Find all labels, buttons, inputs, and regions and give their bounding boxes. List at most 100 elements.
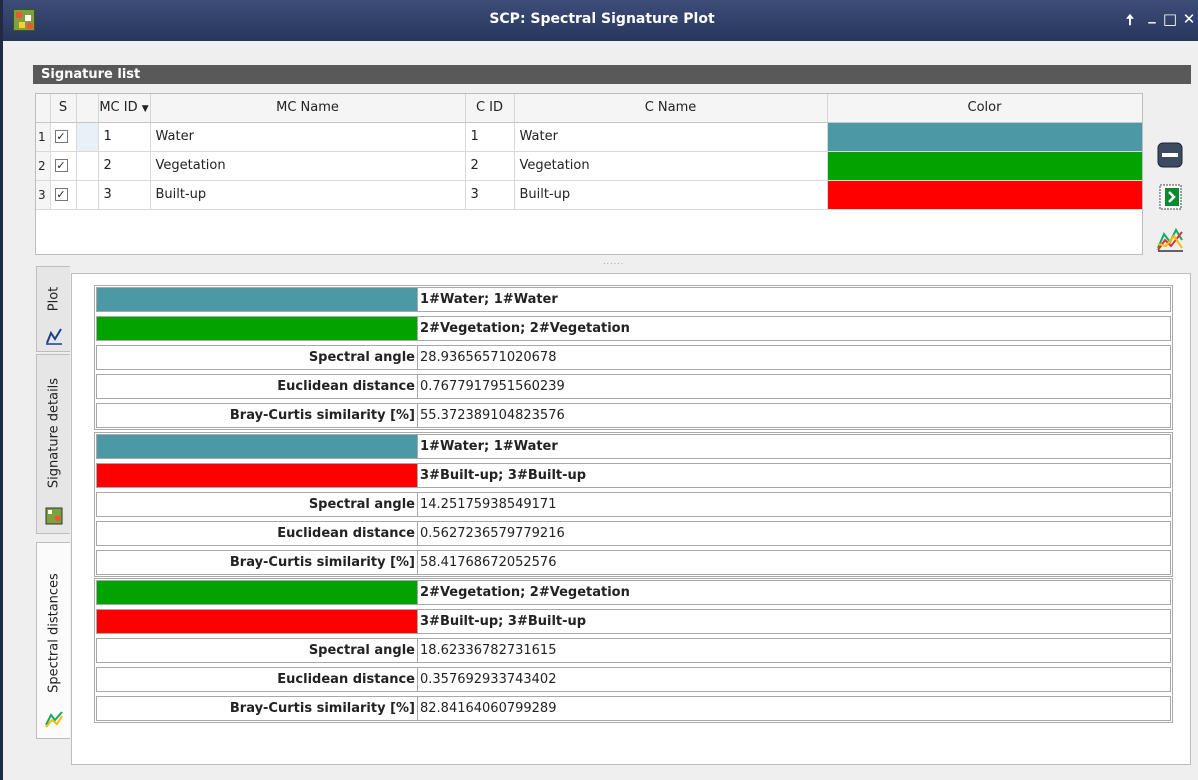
metric-name: Bray-Curtis similarity [%] [96,403,418,428]
metric-row: Euclidean distance 0.7677917951560239 [96,374,1171,399]
signature-label: 3#Built-up; 3#Built-up [418,463,1171,488]
mc-name-cell[interactable]: Vegetation [150,151,466,181]
mc-name-cell[interactable]: Water [150,122,466,152]
signature-label: 1#Water; 1#Water [418,287,1171,312]
metric-row: Euclidean distance 0.357692933743402 [96,667,1171,692]
table-row[interactable]: 2 ✓ 2 Vegetation 2 Vegetation [36,151,1142,181]
signature-label: 1#Water; 1#Water [418,434,1171,459]
metric-name: Euclidean distance [96,667,418,692]
tab-spectral-distances-label: Spectral distances [46,572,61,693]
blank-cell [76,180,99,210]
mc-name-cell[interactable]: Built-up [150,180,466,210]
col-header-mc-name[interactable]: MC Name [150,94,466,123]
title-bar[interactable]: SCP: Spectral Signature Plot 🠅 _ □ ✕ [3,0,1198,41]
color-swatch-cell[interactable] [827,180,1142,210]
col-header-blank [76,94,99,123]
remove-signature-icon [1157,142,1183,168]
metric-name: Bray-Curtis similarity [%] [96,550,418,575]
c-name-cell[interactable]: Vegetation [514,151,828,181]
mc-id-cell[interactable]: 1 [98,122,151,152]
minimize-button[interactable]: _ [1143,6,1161,24]
c-id-cell[interactable]: 2 [465,151,515,181]
color-swatch-cell[interactable] [827,151,1142,181]
metric-value: 0.5627236579779216 [418,521,1171,546]
metric-name: Bray-Curtis similarity [%] [96,696,418,721]
color-swatch-cell[interactable] [827,122,1142,152]
splitter-handle[interactable]: ...... [603,257,624,266]
metric-row: Spectral angle 18.62336782731615 [96,638,1171,663]
metric-name: Spectral angle [96,345,418,370]
metric-value: 28.93656571020678 [418,345,1171,370]
c-id-cell[interactable]: 1 [465,122,515,152]
metric-value: 55.372389104823576 [418,403,1171,428]
blank-cell [76,151,99,181]
mc-id-cell[interactable]: 3 [98,180,151,210]
c-id-cell[interactable]: 3 [465,180,515,210]
signature-row: 3#Built-up; 3#Built-up [96,609,1171,634]
close-button[interactable]: ✕ [1180,10,1198,28]
col-header-mc-id[interactable]: MC ID ▼ [98,94,151,123]
table-row[interactable]: 1 ✓ 1 Water 1 Water [36,122,1142,152]
corner-header [36,94,51,123]
signature-color-swatch [96,580,418,605]
select-checkbox[interactable]: ✓ [54,159,68,172]
import-signature-button[interactable] [1155,182,1185,212]
remove-signature-button[interactable] [1155,140,1185,170]
col-header-c-id[interactable]: C ID [465,94,515,123]
select-checkbox-cell[interactable]: ✓ [50,151,77,181]
metric-value: 18.62336782731615 [418,638,1171,663]
distance-block: 1#Water; 1#Water 3#Built-up; 3#Built-up Sp… [94,432,1173,577]
metric-value: 82.84164060799289 [418,696,1171,721]
color-swatch [827,122,1142,151]
row-number: 2 [36,151,51,181]
select-checkbox[interactable]: ✓ [54,130,68,143]
spectral-plot-icon [1157,227,1183,252]
color-swatch [827,151,1142,180]
row-number: 1 [36,122,51,152]
signature-tools [1155,140,1189,266]
signature-row: 3#Built-up; 3#Built-up [96,463,1171,488]
spectral-plot-button[interactable] [1155,224,1185,254]
col-header-color[interactable]: Color [827,94,1142,123]
spectral-distances-panel[interactable]: 1#Water; 1#Water 2#Vegetation; 2#Vegetati… [71,273,1191,765]
signature-table[interactable]: S MC ID ▼ MC Name C ID C Name Color 1 ✓ 1 W… [35,93,1143,255]
tab-signature-details-label: Signature details [46,378,61,489]
vertical-tab-bar: Plot Signature details Spectral distance… [36,266,72,766]
c-name-cell[interactable]: Built-up [514,180,828,210]
window-title: SCP: Spectral Signature Plot [489,11,715,27]
signature-color-swatch [96,609,418,634]
select-checkbox-cell[interactable]: ✓ [50,180,77,210]
tab-spectral-distances[interactable]: Spectral distances [36,542,70,739]
metric-name: Spectral angle [96,492,418,517]
signature-label: 2#Vegetation; 2#Vegetation [418,580,1171,605]
signature-color-swatch [96,463,418,488]
maximize-button[interactable]: □ [1161,10,1179,28]
signature-row: 2#Vegetation; 2#Vegetation [96,316,1171,341]
metric-row: Bray-Curtis similarity [%] 55.37238910482… [96,403,1171,428]
c-name-cell[interactable]: Water [514,122,828,152]
signature-row: 1#Water; 1#Water [96,287,1171,312]
pin-icon[interactable]: 🠅 [1121,10,1139,35]
select-checkbox-cell[interactable]: ✓ [50,122,77,152]
row-number: 3 [36,180,51,210]
signature-label: 3#Built-up; 3#Built-up [418,609,1171,634]
blank-cell [76,122,99,152]
spectral-signature-plot-window: SCP: Spectral Signature Plot 🠅 _ □ ✕ Sig… [0,0,1198,780]
signature-color-swatch [96,287,418,312]
metric-row: Bray-Curtis similarity [%] 58.41768672052… [96,550,1171,575]
signature-details-icon [45,507,63,525]
mc-id-cell[interactable]: 2 [98,151,151,181]
metric-value: 0.7677917951560239 [418,374,1171,399]
color-swatch [827,180,1142,209]
signature-list-header: Signature list [33,65,1191,84]
col-header-c-name[interactable]: C Name [514,94,828,123]
select-checkbox[interactable]: ✓ [54,188,68,201]
col-header-s[interactable]: S [50,94,77,123]
table-row[interactable]: 3 ✓ 3 Built-up 3 Built-up [36,180,1142,210]
distance-block: 1#Water; 1#Water 2#Vegetation; 2#Vegetati… [94,285,1173,430]
tab-plot[interactable]: Plot [36,266,70,352]
tab-signature-details[interactable]: Signature details [36,354,70,534]
metric-name: Euclidean distance [96,374,418,399]
sort-desc-icon: ▼ [141,104,149,115]
distance-block: 2#Vegetation; 2#Vegetation 3#Built-up; 3#… [94,578,1173,723]
